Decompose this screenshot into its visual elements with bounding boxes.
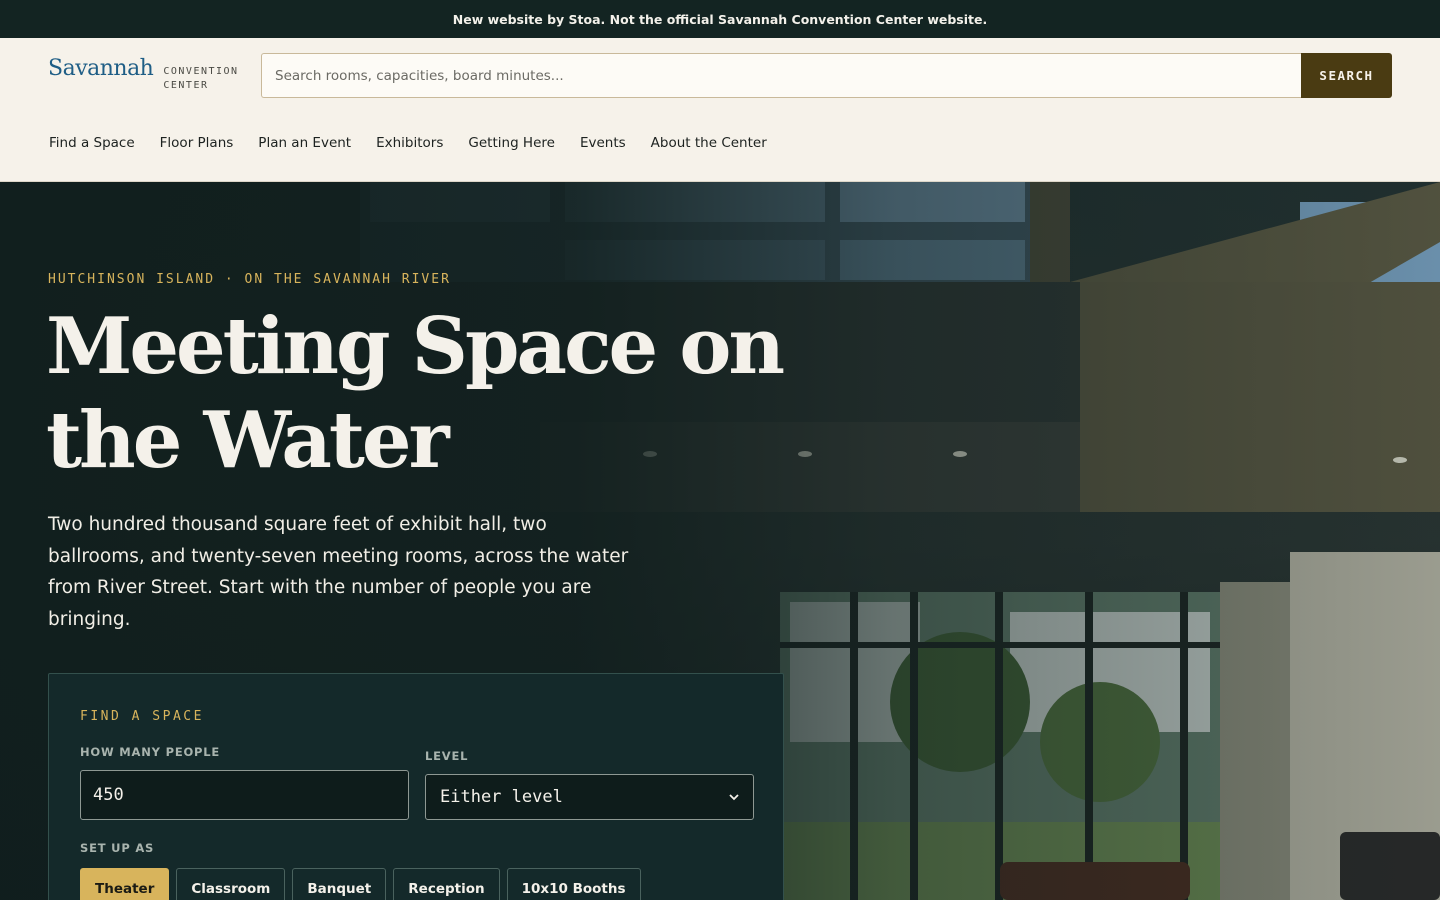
hero-headline-line2: the Water [46,395,450,486]
hero-headline-line1: Meeting Space on [46,301,785,392]
main-nav: Find a Space Floor Plans Plan an Event E… [49,133,792,153]
nav-events[interactable]: Events [580,133,626,153]
hero-headline: Meeting Space on the Water [46,300,806,488]
site-logo[interactable]: Savannah Convention Center [48,56,239,93]
nav-plan-an-event[interactable]: Plan an Event [258,133,351,153]
site-search: SEARCH [261,53,1392,98]
nav-find-a-space[interactable]: Find a Space [49,133,135,153]
setup-options: Theater Classroom Banquet Reception 10x1… [80,868,641,900]
people-count-input[interactable] [80,770,409,820]
setup-banquet-button[interactable]: Banquet [292,868,387,900]
logo-subtitle: Convention Center [163,65,238,93]
setup-booths-button[interactable]: 10x10 Booths [506,868,641,900]
logo-wordmark: Savannah [48,56,154,81]
site-notice-text: New website by Stoa. Not the official Sa… [452,11,988,27]
level-select[interactable]: Either level [425,774,754,820]
logo-subtitle-line2: Center [163,80,209,91]
hero-eyebrow: Hutchinson Island · On the Savannah Rive… [48,272,451,287]
people-label: How many people [80,745,221,759]
search-input[interactable] [261,53,1301,98]
setup-label: Set up as [80,841,155,855]
find-a-space-title: Find a Space [80,709,204,724]
setup-theater-button[interactable]: Theater [80,868,170,900]
site-header: Savannah Convention Center SEARCH Find a… [0,38,1440,182]
nav-about-the-center[interactable]: About the Center [651,133,767,153]
level-label: Level [425,749,469,763]
nav-getting-here[interactable]: Getting Here [468,133,555,153]
search-button[interactable]: SEARCH [1301,53,1392,98]
setup-classroom-button[interactable]: Classroom [176,868,286,900]
hero-lede: Two hundred thousand square feet of exhi… [48,514,629,630]
site-notice-bar: New website by Stoa. Not the official Sa… [0,0,1440,38]
nav-exhibitors[interactable]: Exhibitors [376,133,443,153]
setup-reception-button[interactable]: Reception [393,868,500,900]
find-a-space-card: Find a Space How many people Level Eithe… [48,673,784,900]
chevron-down-icon [729,794,739,801]
hero-section: Hutchinson Island · On the Savannah Rive… [0,182,1440,900]
level-select-value: Either level [440,787,563,807]
logo-subtitle-line1: Convention [163,66,239,77]
nav-floor-plans[interactable]: Floor Plans [160,133,234,153]
